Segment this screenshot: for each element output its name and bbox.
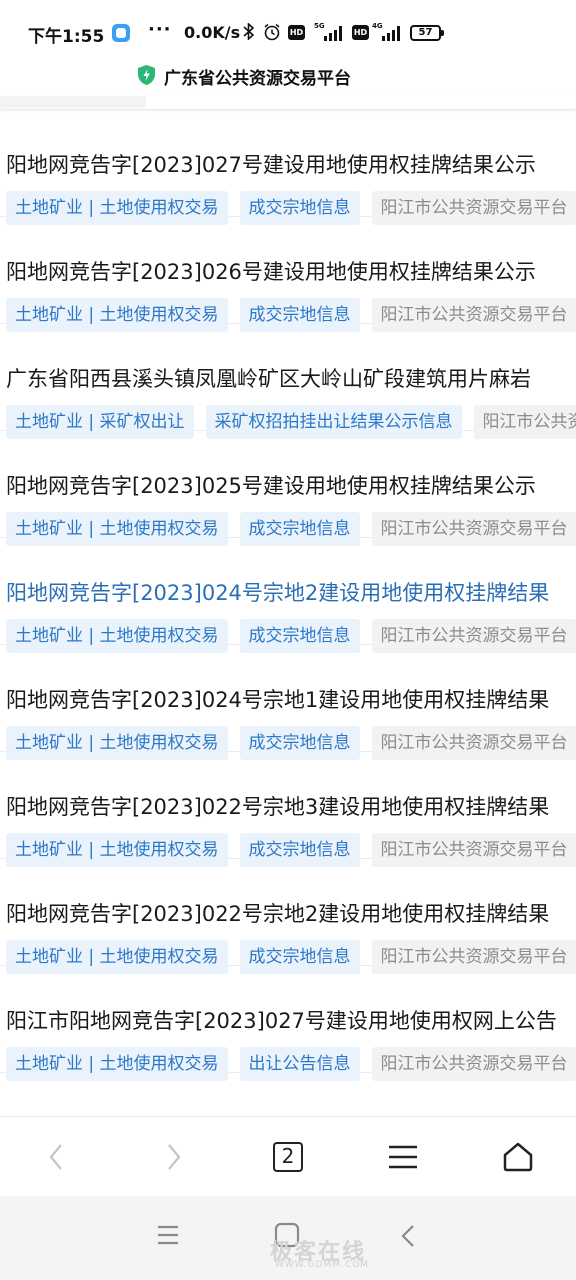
system-navigation-bar: 极客在线 WWW.GDMM.COM — [0, 1196, 576, 1280]
forward-button[interactable] — [134, 1117, 214, 1197]
list-item[interactable]: 阳地网竞告字[2023]022号宗地3建设用地使用权挂牌结果 土地矿业 | 土地使… — [0, 752, 576, 867]
shield-icon — [137, 64, 156, 86]
status-bar: 下午1:55 ··· 0.0K/s HD 5G HD 4G 57 — [0, 0, 576, 62]
home-icon — [503, 1142, 533, 1172]
signal-strength-icon-2 — [382, 25, 402, 41]
browser-toolbar: 2 — [0, 1116, 576, 1196]
item-title-link[interactable]: 阳地网竞告字[2023]024号宗地2建设用地使用权挂牌结果 — [6, 580, 576, 606]
chevron-right-icon — [168, 1144, 181, 1170]
item-title-link[interactable]: 阳地网竞告字[2023]022号宗地3建设用地使用权挂牌结果 — [6, 794, 576, 820]
site-title: 广东省公共资源交易平台 — [164, 69, 351, 89]
item-title-link[interactable]: 阳地网竞告字[2023]027号建设用地使用权挂牌结果公示 — [6, 152, 576, 178]
signal-strength-icon — [324, 25, 344, 41]
hd-voice-badge-2: HD — [352, 25, 369, 40]
site-header: 广东省公共资源交易平台 — [0, 62, 576, 96]
item-title-link[interactable]: 广东省阳西县溪头镇凤凰岭矿区大岭山矿段建筑用片麻岩 — [6, 366, 576, 392]
alarm-icon — [263, 23, 281, 45]
tab-strip — [0, 96, 576, 110]
bluetooth-icon — [243, 22, 255, 44]
home-button[interactable] — [478, 1117, 558, 1197]
list-item[interactable]: 阳地网竞告字[2023]027号建设用地使用权挂牌结果公示 土地矿业 | 土地使用… — [0, 110, 576, 225]
result-list: 阳地网竞告字[2023]027号建设用地使用权挂牌结果公示 土地矿业 | 土地使用… — [0, 110, 576, 1115]
item-title-link[interactable]: 阳江市阳地网竞告字[2023]027号建设用地使用权网上公告 — [6, 1008, 576, 1034]
list-item[interactable]: 阳江市阳地网竞告字[2023]027号建设用地使用权网上公告 土地矿业 | 土地使… — [0, 966, 576, 1081]
network-speed: 0.0K/s — [184, 23, 241, 42]
back-button[interactable] — [16, 1117, 96, 1197]
app-notification-icon — [112, 24, 130, 42]
back-triangle-icon — [401, 1225, 414, 1247]
list-item[interactable]: 阳江市阳地网竞告字[2023]026号建设用地使用权网上公告土地矿业 | 土地使… — [0, 1073, 576, 1115]
list-item[interactable]: 阳地网竞告字[2023]026号建设用地使用权挂牌结果公示 土地矿业 | 土地使用… — [0, 217, 576, 332]
item-title-link[interactable]: 阳地网竞告字[2023]026号建设用地使用权挂牌结果公示 — [6, 259, 576, 285]
recent-apps-icon — [158, 1225, 178, 1245]
list-item[interactable]: 阳地网竞告字[2023]024号宗地2建设用地使用权挂牌结果 土地矿业 | 土地使… — [0, 538, 576, 653]
chevron-left-icon — [49, 1144, 62, 1170]
recent-apps-button[interactable] — [156, 1224, 180, 1250]
tabs-count: 2 — [273, 1142, 303, 1172]
list-item[interactable]: 阳地网竞告字[2023]022号宗地2建设用地使用权挂牌结果 土地矿业 | 土地使… — [0, 859, 576, 974]
more-notifications-icon: ··· — [148, 19, 172, 40]
tab-active[interactable] — [0, 96, 146, 108]
hd-voice-badge: HD — [288, 25, 305, 40]
list-item[interactable]: 广东省阳西县溪头镇凤凰岭矿区大岭山矿段建筑用片麻岩 土地矿业 | 采矿权出让 采矿权… — [0, 324, 576, 439]
tabs-button[interactable]: 2 — [248, 1117, 328, 1197]
item-title-link[interactable]: 阳地网竞告字[2023]025号建设用地使用权挂牌结果公示 — [6, 473, 576, 499]
battery-icon: 57 — [410, 25, 444, 41]
item-title-link[interactable]: 阳地网竞告字[2023]024号宗地1建设用地使用权挂牌结果 — [6, 687, 576, 713]
watermark-url: WWW.GDMM.COM — [275, 1260, 369, 1270]
list-item[interactable]: 阳地网竞告字[2023]025号建设用地使用权挂牌结果公示 土地矿业 | 土地使用… — [0, 431, 576, 546]
item-title-link[interactable]: 阳地网竞告字[2023]022号宗地2建设用地使用权挂牌结果 — [6, 901, 576, 927]
menu-button[interactable] — [363, 1117, 443, 1197]
list-item[interactable]: 阳地网竞告字[2023]024号宗地1建设用地使用权挂牌结果 土地矿业 | 土地使… — [0, 645, 576, 760]
hamburger-menu-icon — [389, 1145, 417, 1169]
status-time: 下午1:55 — [28, 27, 105, 47]
back-nav-button[interactable] — [400, 1224, 416, 1252]
